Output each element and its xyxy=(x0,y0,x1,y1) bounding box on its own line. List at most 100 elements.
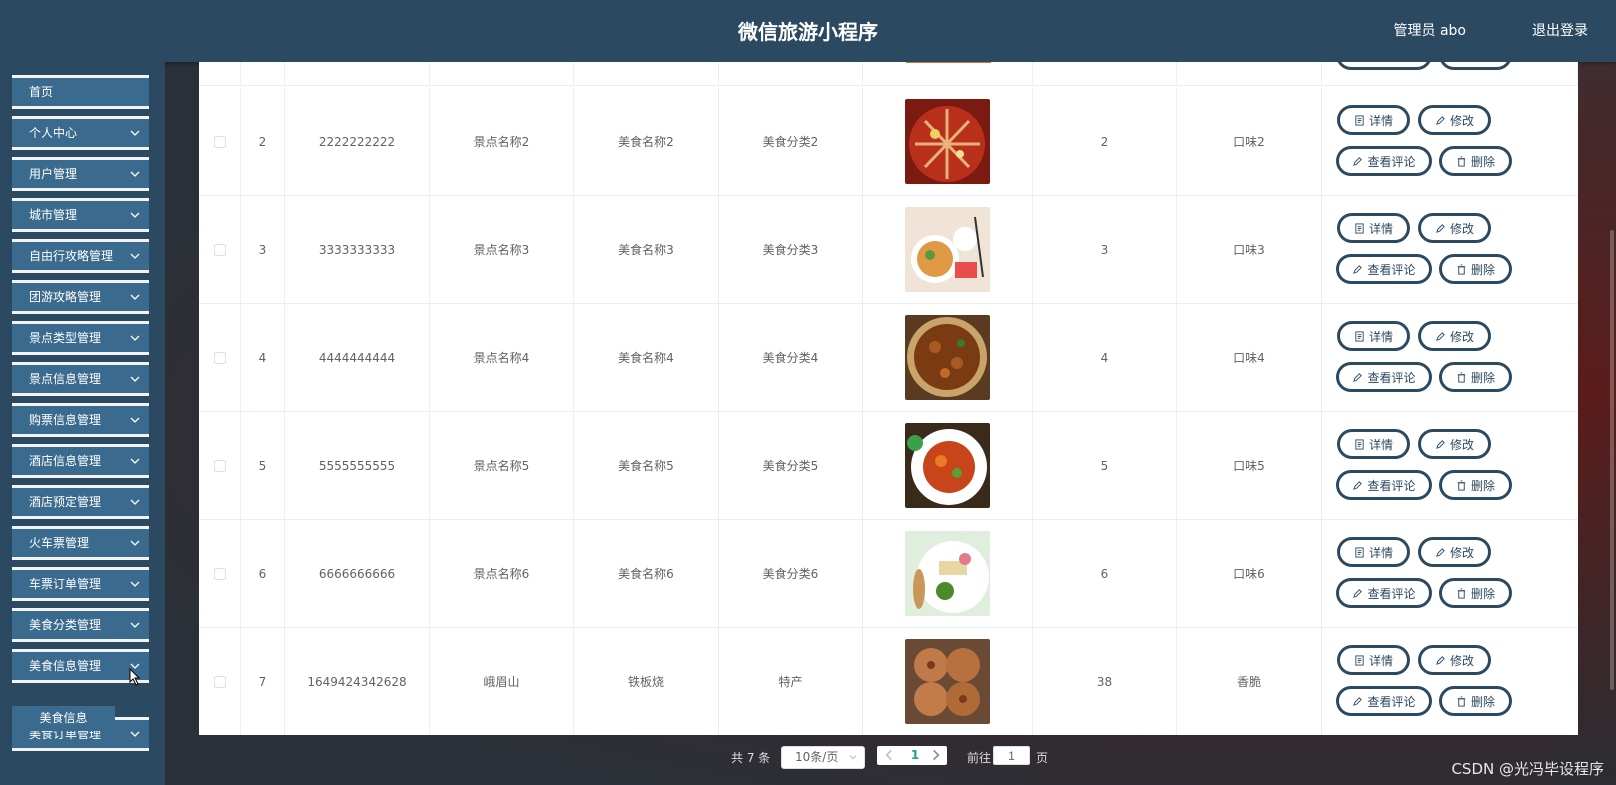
table-cell-spot: 景点名称4 xyxy=(430,304,574,411)
table-cell-code: 1649424342628 xyxy=(285,628,430,735)
document-icon xyxy=(1355,654,1364,666)
detail-button[interactable]: 详情 xyxy=(1337,105,1410,135)
page-number-current[interactable]: 1 xyxy=(908,748,922,762)
chevron-down-icon xyxy=(130,253,140,259)
row-checkbox[interactable] xyxy=(213,351,226,364)
logout-link[interactable]: 退出登录 xyxy=(1532,20,1588,40)
prev-page-icon[interactable] xyxy=(883,748,895,762)
edit-button[interactable]: 修改 xyxy=(1418,213,1491,243)
sidebar-item-12[interactable]: 车票订单管理 xyxy=(12,567,149,601)
detail-button[interactable]: 详情 xyxy=(1337,645,1410,675)
page-unit-label: 页 xyxy=(1036,751,1049,765)
edit-button[interactable]: 修改 xyxy=(1418,645,1491,675)
row-checkbox[interactable] xyxy=(213,243,226,256)
table-row: 6 6666666666 景点名称6 美食名称6 美食分类6 6 口味6 详情 修改 查看评论 删除 xyxy=(199,520,1578,628)
cell-food: 美食名称6 xyxy=(618,567,674,581)
table-cell-spot: 景点名称2 xyxy=(430,88,574,195)
table-cell-category: 美食分类2 xyxy=(719,88,863,195)
delete-button[interactable]: 删除 xyxy=(1439,362,1512,392)
comments-button-label: 查看评论 xyxy=(1367,262,1416,277)
row-checkbox[interactable] xyxy=(213,675,226,688)
page-size-select[interactable]: 10条/页 xyxy=(781,746,865,769)
comments-button[interactable]: 查看评论 xyxy=(1336,362,1432,392)
delete-button[interactable]: 删除 xyxy=(1439,686,1512,716)
cell-spot: 景点名称4 xyxy=(473,351,530,365)
edit-pen-icon xyxy=(1353,696,1363,706)
delete-button[interactable]: 删除 xyxy=(1439,578,1512,608)
comments-button[interactable]: 查看评论 xyxy=(1336,254,1432,284)
delete-button[interactable]: 删除 xyxy=(1439,146,1512,176)
sidebar-item-8[interactable]: 购票信息管理 xyxy=(12,403,149,437)
sidebar-item-7[interactable]: 景点信息管理 xyxy=(12,362,149,396)
cell-category: 美食分类2 xyxy=(762,135,819,149)
cell-category: 特产 xyxy=(778,675,803,689)
comments-button[interactable] xyxy=(1336,62,1432,70)
detail-button-label: 详情 xyxy=(1368,437,1393,452)
cell-spot: 景点名称2 xyxy=(473,135,530,149)
food-image xyxy=(905,315,990,400)
sidebar-item-label: 个人中心 xyxy=(29,126,78,140)
detail-button[interactable]: 详情 xyxy=(1337,321,1410,351)
delete-button-label: 删除 xyxy=(1470,154,1495,169)
edit-button-label: 修改 xyxy=(1449,329,1474,344)
cell-taste: 口味2 xyxy=(1233,135,1265,149)
cell-code: 3333333333 xyxy=(318,242,396,257)
food-image xyxy=(905,639,990,724)
chevron-down-icon xyxy=(130,130,140,136)
cell-spot: 景点名称6 xyxy=(473,567,530,581)
detail-button[interactable]: 详情 xyxy=(1337,429,1410,459)
comments-button[interactable]: 查看评论 xyxy=(1336,146,1432,176)
sidebar-item-9[interactable]: 酒店信息管理 xyxy=(12,444,149,478)
chevron-down-icon xyxy=(130,417,140,423)
sidebar-item-3[interactable]: 城市管理 xyxy=(12,198,149,232)
sidebar-item-2[interactable]: 用户管理 xyxy=(12,157,149,191)
table-cell-category: 美食分类6 xyxy=(719,520,863,627)
delete-button[interactable]: 删除 xyxy=(1439,254,1512,284)
scrollbar-thumb[interactable] xyxy=(1610,230,1614,690)
sidebar-item-4[interactable]: 自由行攻略管理 xyxy=(12,239,149,273)
row-checkbox[interactable] xyxy=(213,135,226,148)
table-row: 3 3333333333 景点名称3 美食名称3 美食分类3 3 口味3 详情 修改 查看评论 删除 xyxy=(199,196,1578,304)
edit-pen-icon xyxy=(1436,223,1445,233)
detail-button[interactable]: 详情 xyxy=(1337,537,1410,567)
table-cell xyxy=(241,62,285,85)
submenu-item-food-info[interactable]: 美食信息 xyxy=(12,706,115,731)
row-checkbox[interactable] xyxy=(213,567,226,580)
sidebar-item-11[interactable]: 火车票管理 xyxy=(12,526,149,560)
sidebar-item-1[interactable]: 个人中心 xyxy=(12,116,149,150)
trash-icon xyxy=(1457,155,1466,167)
sidebar-item-label: 景点类型管理 xyxy=(29,331,102,345)
table-cell-spot: 峨眉山 xyxy=(430,628,574,735)
sidebar-item-0[interactable]: 首页 xyxy=(12,75,149,109)
edit-button-label: 修改 xyxy=(1449,437,1474,452)
table-row: 4 4444444444 景点名称4 美食名称4 美食分类4 4 口味4 详情 修改 查看评论 删除 xyxy=(199,304,1578,412)
table-cell-food: 美食名称4 xyxy=(574,304,719,411)
delete-button[interactable]: 删除 xyxy=(1439,470,1512,500)
table-cell xyxy=(285,62,430,85)
cell-category: 美食分类5 xyxy=(762,459,819,473)
sidebar-item-13[interactable]: 美食分类管理 xyxy=(12,608,149,642)
sidebar-item-10[interactable]: 酒店预定管理 xyxy=(12,485,149,519)
comments-button[interactable]: 查看评论 xyxy=(1336,470,1432,500)
detail-button[interactable]: 详情 xyxy=(1337,213,1410,243)
table-row: 2 2222222222 景点名称2 美食名称2 美食分类2 2 口味2 详情 修改 查看评论 删除 xyxy=(199,88,1578,196)
delete-button[interactable] xyxy=(1439,62,1512,70)
edit-button[interactable]: 修改 xyxy=(1418,537,1491,567)
cell-taste: 口味6 xyxy=(1233,567,1265,581)
edit-button[interactable]: 修改 xyxy=(1418,105,1491,135)
pagination-total: 共 7 条 xyxy=(731,751,771,765)
chevron-down-icon xyxy=(130,499,140,505)
comments-button[interactable]: 查看评论 xyxy=(1336,578,1432,608)
edit-button[interactable]: 修改 xyxy=(1418,321,1491,351)
top-header: 微信旅游小程序 管理员 abo 退出登录 xyxy=(0,0,1616,62)
page-size-value: 10条/页 xyxy=(795,750,839,764)
sidebar-item-5[interactable]: 团游攻略管理 xyxy=(12,280,149,314)
comments-button[interactable]: 查看评论 xyxy=(1336,686,1432,716)
next-page-icon[interactable] xyxy=(930,748,942,762)
edit-button-label: 修改 xyxy=(1449,545,1474,560)
sidebar-item-6[interactable]: 景点类型管理 xyxy=(12,321,149,355)
goto-page-input[interactable] xyxy=(993,746,1030,765)
detail-button-label: 详情 xyxy=(1368,113,1393,128)
row-checkbox[interactable] xyxy=(213,459,226,472)
edit-button[interactable]: 修改 xyxy=(1418,429,1491,459)
